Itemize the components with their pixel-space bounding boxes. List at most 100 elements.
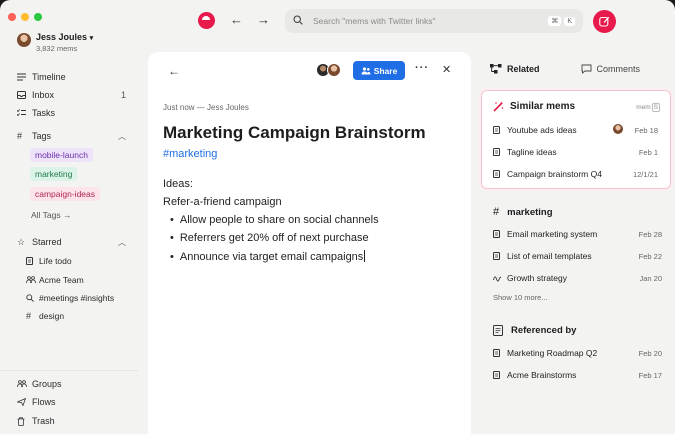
similar-mem-item[interactable]: Campaign brainstorm Q4 <box>493 169 602 179</box>
item-date: Feb 22 <box>638 252 662 261</box>
mem-body-line[interactable]: Ideas: <box>163 178 193 190</box>
shortcut-hint: mem S <box>636 103 660 112</box>
shortcut-key-k: K <box>564 16 575 26</box>
avatar <box>327 63 341 77</box>
starred-item-label: design <box>39 311 65 321</box>
referenced-item[interactable]: Marketing Roadmap Q2 <box>493 348 597 358</box>
chevron-up-icon[interactable]: ︿ <box>118 237 126 248</box>
share-label: Share <box>373 65 398 76</box>
sidebar-item-inbox[interactable]: Inbox 1 <box>17 88 126 102</box>
list-item[interactable]: Announce via target email campaigns <box>170 250 366 263</box>
flows-icon <box>17 398 29 406</box>
item-date: Feb 1 <box>638 148 658 157</box>
chevron-up-icon[interactable]: ︿ <box>118 131 126 142</box>
all-tags-link[interactable]: All Tags → <box>31 210 71 220</box>
sidebar-item-tasks[interactable]: Tasks <box>17 106 126 120</box>
document-icon <box>493 126 507 134</box>
mem-editor: ← Share ··· ✕ Just now — Jess Joules Mar… <box>148 52 471 434</box>
search-input[interactable] <box>313 16 546 26</box>
starred-item-acme-team[interactable]: Acme Team <box>26 273 84 287</box>
magic-wand-icon <box>493 101 504 112</box>
sidebar-item-label: Trash <box>32 416 55 426</box>
show-more-link[interactable]: Show 10 more... <box>493 293 548 302</box>
new-mem-button[interactable] <box>593 10 616 33</box>
right-panel-tabs: Related Comments <box>490 64 640 74</box>
more-options-icon[interactable]: ··· <box>415 62 429 74</box>
timeline-icon <box>17 73 29 81</box>
tag-marketing[interactable]: marketing <box>30 167 78 181</box>
tag-mem-item[interactable]: Email marketing system <box>493 229 597 239</box>
back-arrow-icon[interactable]: ← <box>230 12 243 27</box>
tab-comments[interactable]: Comments <box>581 64 640 74</box>
close-icon[interactable]: ✕ <box>442 63 451 76</box>
tag-link-marketing[interactable]: #marketing <box>163 148 217 160</box>
team-icon <box>26 276 39 284</box>
sidebar-item-label: Tasks <box>32 108 56 118</box>
starred-item-meetings-insights[interactable]: #meetings #insights <box>26 291 114 305</box>
hash-icon: # <box>493 206 500 218</box>
mem-meta: Just now — Jess Joules <box>163 103 249 112</box>
starred-item-label: Acme Team <box>39 275 84 285</box>
item-date: 12/1/21 <box>632 170 658 179</box>
sidebar-item-timeline[interactable]: Timeline <box>17 70 126 84</box>
tags-section-header[interactable]: # Tags ︿ <box>17 129 126 143</box>
sidebar-item-trash[interactable]: Trash <box>17 414 126 428</box>
comment-icon <box>581 64 591 74</box>
list-item[interactable]: Allow people to share on social channels <box>170 214 379 226</box>
referenced-by-header: Referenced by <box>493 325 576 336</box>
related-icon <box>490 64 502 74</box>
sidebar-item-flows[interactable]: Flows <box>17 395 126 409</box>
document-icon <box>26 257 39 265</box>
item-date: Feb 20 <box>638 349 662 358</box>
forward-arrow-icon[interactable]: → <box>257 12 270 27</box>
text-cursor <box>364 250 366 262</box>
user-menu[interactable]: Jess Joules ▾ 3,832 mems <box>17 32 93 53</box>
tag-mem-item[interactable]: List of email templates <box>493 251 592 261</box>
sidebar-item-label: Groups <box>32 379 62 389</box>
section-title: Tags <box>32 131 52 141</box>
sidebar-item-label: Flows <box>32 397 56 407</box>
list-item[interactable]: Referrers get 20% off of next purchase <box>170 232 369 244</box>
inbox-icon <box>17 91 29 99</box>
squiggle-icon <box>493 275 507 282</box>
page-title[interactable]: Marketing Campaign Brainstorm <box>163 123 426 143</box>
tab-related[interactable]: Related <box>490 64 540 74</box>
mem-body-line[interactable]: Refer-a-friend campaign <box>163 196 282 208</box>
starred-item-life-todo[interactable]: Life todo <box>26 254 72 268</box>
sidebar-divider <box>0 370 138 371</box>
starred-section-header[interactable]: ☆ Starred ︿ <box>17 235 126 249</box>
referenced-item[interactable]: Acme Brainstorms <box>493 370 576 380</box>
tag-section-header[interactable]: # marketing <box>493 206 553 218</box>
item-date: Feb 28 <box>638 230 662 239</box>
similar-mem-item[interactable]: Youtube ads ideas <box>493 125 577 135</box>
item-date: Feb 18 <box>634 126 658 135</box>
tag-mobile-launch[interactable]: mobile-launch <box>30 148 93 162</box>
app-window: Jess Joules ▾ 3,832 mems Timeline Inbox … <box>0 0 675 434</box>
document-icon <box>493 170 507 178</box>
sidebar-item-label: Inbox <box>32 90 55 100</box>
sidebar-item-groups[interactable]: Groups <box>17 377 126 391</box>
tag-mem-item[interactable]: Growth strategy <box>493 273 567 283</box>
document-icon <box>493 148 507 156</box>
collaborator-avatars[interactable] <box>316 63 341 77</box>
search-icon <box>26 294 39 302</box>
people-icon <box>361 66 371 74</box>
groups-icon <box>17 380 29 388</box>
share-button[interactable]: Share <box>353 61 405 80</box>
back-arrow-icon[interactable]: ← <box>168 64 180 78</box>
inbox-count-badge: 1 <box>120 90 126 100</box>
starred-item-label: #meetings #insights <box>39 293 115 303</box>
search-icon <box>293 14 303 28</box>
hash-icon: # <box>26 311 32 321</box>
search-bar[interactable]: ⌘ K <box>285 9 583 33</box>
avatar <box>17 33 31 47</box>
edit-icon <box>599 16 610 27</box>
app-logo-icon[interactable] <box>198 12 215 29</box>
star-icon: ☆ <box>17 236 26 247</box>
similar-mem-item[interactable]: Tagline ideas <box>493 147 557 157</box>
tag-campaign-ideas[interactable]: campaign-ideas <box>30 187 101 201</box>
sidebar: Jess Joules ▾ 3,832 mems Timeline Inbox … <box>0 0 138 434</box>
starred-item-design[interactable]: # design <box>26 309 64 323</box>
user-name: Jess Joules ▾ <box>36 32 94 42</box>
chevron-down-icon: ▾ <box>89 35 94 42</box>
